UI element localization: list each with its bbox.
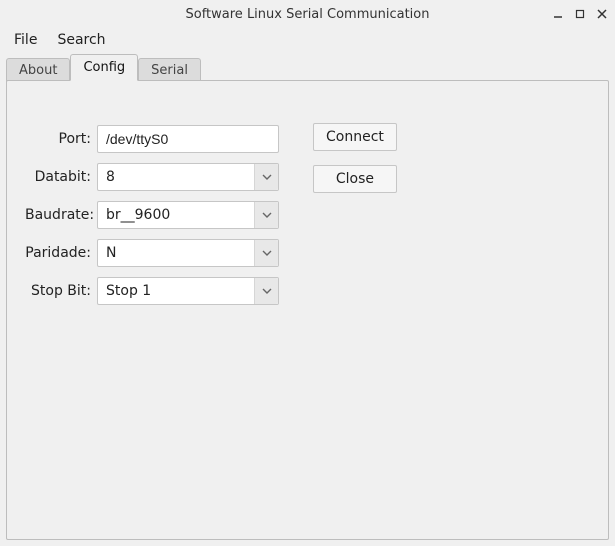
stopbit-arrow bbox=[254, 278, 278, 304]
chevron-down-icon bbox=[262, 288, 272, 294]
databit-combo[interactable]: 8 bbox=[97, 163, 279, 191]
stopbit-label: Stop Bit: bbox=[25, 283, 97, 299]
config-panel: Port: Databit: 8 Baudrate: br__9600 Pari bbox=[6, 80, 609, 540]
stopbit-combo[interactable]: Stop 1 bbox=[97, 277, 279, 305]
chevron-down-icon bbox=[262, 250, 272, 256]
baudrate-label: Baudrate: bbox=[25, 207, 97, 223]
baudrate-combo[interactable]: br__9600 bbox=[97, 201, 279, 229]
tab-about[interactable]: About bbox=[6, 58, 70, 82]
row-paridade: Paridade: N bbox=[25, 239, 590, 267]
databit-value: 8 bbox=[98, 169, 254, 185]
row-databit: Databit: 8 bbox=[25, 163, 590, 191]
stopbit-value: Stop 1 bbox=[98, 283, 254, 299]
window-title: Software Linux Serial Communication bbox=[186, 7, 430, 22]
paridade-value: N bbox=[98, 245, 254, 261]
row-port: Port: bbox=[25, 125, 590, 153]
maximize-icon bbox=[575, 9, 585, 19]
menu-search[interactable]: Search bbox=[49, 30, 113, 50]
close-window-button[interactable] bbox=[595, 7, 609, 21]
titlebar: Software Linux Serial Communication bbox=[0, 0, 615, 28]
side-buttons: Connect Close bbox=[313, 123, 397, 193]
app-window: Software Linux Serial Communication File… bbox=[0, 0, 615, 546]
tabbar: About Config Serial bbox=[0, 52, 615, 80]
close-icon bbox=[597, 9, 607, 19]
baudrate-value: br__9600 bbox=[98, 207, 254, 223]
databit-arrow bbox=[254, 164, 278, 190]
menu-file[interactable]: File bbox=[6, 30, 45, 50]
paridade-combo[interactable]: N bbox=[97, 239, 279, 267]
port-input[interactable] bbox=[97, 125, 279, 153]
minimize-icon bbox=[553, 9, 563, 19]
minimize-button[interactable] bbox=[551, 7, 565, 21]
tab-serial[interactable]: Serial bbox=[138, 58, 201, 82]
paridade-arrow bbox=[254, 240, 278, 266]
connect-button[interactable]: Connect bbox=[313, 123, 397, 151]
menubar: File Search bbox=[0, 28, 615, 52]
paridade-label: Paridade: bbox=[25, 245, 97, 261]
chevron-down-icon bbox=[262, 174, 272, 180]
port-label: Port: bbox=[25, 131, 97, 147]
window-controls bbox=[551, 0, 609, 28]
databit-label: Databit: bbox=[25, 169, 97, 185]
row-baudrate: Baudrate: br__9600 bbox=[25, 201, 590, 229]
close-button[interactable]: Close bbox=[313, 165, 397, 193]
tab-config[interactable]: Config bbox=[70, 54, 138, 81]
maximize-button[interactable] bbox=[573, 7, 587, 21]
chevron-down-icon bbox=[262, 212, 272, 218]
baudrate-arrow bbox=[254, 202, 278, 228]
row-stopbit: Stop Bit: Stop 1 bbox=[25, 277, 590, 305]
